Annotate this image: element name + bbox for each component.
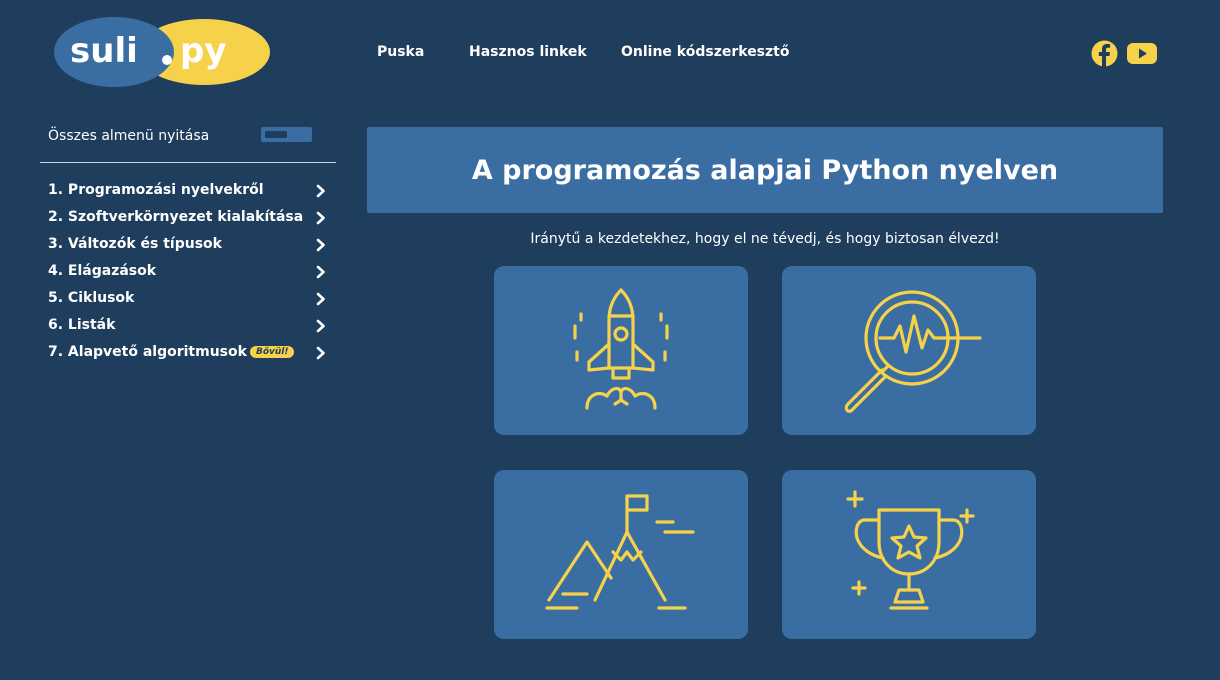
chevron-right-icon[interactable] [316, 319, 326, 333]
card-analysis[interactable] [782, 266, 1036, 435]
chapter-label: 1. Programozási nyelvekről [48, 182, 264, 198]
facebook-icon[interactable] [1091, 40, 1118, 67]
chapter-menu: 1. Programozási nyelvekről 2. Szoftverkö… [40, 178, 337, 367]
chapter-label: 3. Változók és típusok [48, 236, 222, 252]
card-getting-started[interactable] [494, 266, 748, 435]
chapter-label: 4. Elágazások [48, 263, 157, 279]
card-achievements[interactable] [782, 470, 1036, 639]
chapter-label: 7. Alapvető algoritmusok [48, 344, 247, 360]
expand-all-label: Összes almenü nyitása [48, 128, 210, 144]
sidebar-divider [40, 162, 336, 163]
page-subtitle: Iránytű a kezdetekhez, hogy el ne tévedj… [530, 231, 1000, 247]
expand-all-toggle[interactable] [261, 127, 312, 142]
chevron-right-icon[interactable] [316, 184, 326, 198]
logo-text-suli: suli [70, 31, 138, 71]
logo-text-py: py [180, 31, 227, 71]
chapter-label: 6. Listák [48, 317, 116, 333]
chevron-right-icon[interactable] [316, 265, 326, 279]
youtube-icon[interactable] [1127, 43, 1157, 64]
expand-all-row: Összes almenü nyitása [40, 120, 337, 162]
trophy-star-icon [846, 489, 975, 610]
chapter-item-1[interactable]: 1. Programozási nyelvekről [40, 178, 337, 205]
chevron-right-icon[interactable] [316, 292, 326, 306]
hero-banner: A programozás alapjai Python nyelven [367, 127, 1163, 213]
new-content-badge: Bővül! [249, 346, 295, 358]
chapter-item-5[interactable]: 5. Ciklusok [40, 286, 337, 313]
chapter-item-6[interactable]: 6. Listák [40, 313, 337, 340]
card-goals[interactable] [494, 470, 748, 639]
site-logo[interactable]: suli py [54, 15, 272, 89]
chapter-label-with-badge: 7. Alapvető algoritmusok Bővül! [48, 344, 295, 360]
chapter-item-2[interactable]: 2. Szoftverkörnyezet kialakítása [40, 205, 337, 232]
chapter-label: 5. Ciklusok [48, 290, 135, 306]
magnifier-pulse-icon [844, 289, 982, 413]
chevron-right-icon[interactable] [316, 346, 326, 360]
toggle-knob [265, 131, 287, 138]
nav-link-hasznos-linkek[interactable]: Hasznos linkek [469, 44, 587, 60]
chapter-item-3[interactable]: 3. Változók és típusok [40, 232, 337, 259]
chapter-item-4[interactable]: 4. Elágazások [40, 259, 337, 286]
page-title: A programozás alapjai Python nyelven [471, 154, 1059, 186]
chapter-item-7[interactable]: 7. Alapvető algoritmusok Bővül! [40, 340, 337, 367]
nav-link-online-kodszerkeszto[interactable]: Online kódszerkesztő [621, 44, 789, 60]
chapter-label: 2. Szoftverkörnyezet kialakítása [48, 209, 304, 225]
chevron-right-icon[interactable] [316, 211, 326, 225]
nav-link-puska[interactable]: Puska [377, 44, 424, 60]
chevron-right-icon[interactable] [316, 238, 326, 252]
mountain-flag-icon [545, 493, 695, 610]
sidebar: Összes almenü nyitása 1. Programozási ny… [40, 120, 337, 367]
rocket-icon [573, 287, 669, 410]
